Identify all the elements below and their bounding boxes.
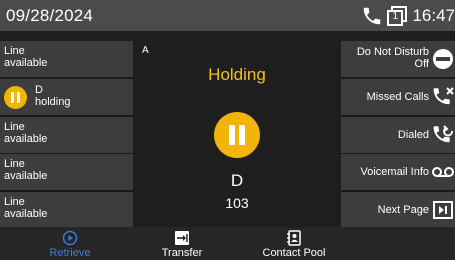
caller-number: 103: [225, 195, 249, 211]
function-key-label: Missed Calls: [366, 91, 429, 103]
status-time: 16:47: [412, 6, 455, 25]
phone-icon: [361, 5, 383, 27]
softkey-label: Contact Pool: [262, 247, 326, 259]
function-key-label: Dialed: [397, 129, 429, 141]
line-key-label: Line available: [4, 45, 48, 69]
status-icons: 1 16:47: [361, 4, 455, 28]
call-state: Holding: [208, 65, 266, 84]
line-key-5[interactable]: Line available: [0, 192, 133, 227]
call-line-id: A: [142, 45, 149, 56]
retrieve-softkey[interactable]: Retrieve: [40, 227, 100, 260]
function-key-label: Next Page: [377, 204, 429, 216]
transfer-softkey[interactable]: Transfer: [150, 227, 214, 260]
hold-icon: [4, 86, 27, 109]
softkey-label: Transfer: [161, 247, 203, 259]
function-key-label: Voicemail Info: [360, 166, 429, 178]
function-key-label: Do Not Disturb Off: [356, 46, 429, 70]
next-page-icon: [431, 198, 455, 222]
do-not-disturb-icon: [431, 47, 455, 71]
line-key-label: Line available: [4, 196, 48, 220]
line-key-label: Line available: [4, 158, 48, 182]
missed-calls-icon: [431, 85, 455, 109]
status-bar: 09/28/2024 1 16:47: [0, 0, 455, 31]
missed-calls-key[interactable]: Missed Calls: [341, 79, 455, 115]
hold-icon: [214, 112, 260, 158]
do-not-disturb-key[interactable]: Do Not Disturb Off: [341, 41, 455, 77]
voicemail-info-key[interactable]: Voicemail Info: [341, 154, 455, 190]
dialed-key[interactable]: Dialed: [341, 117, 455, 153]
status-date: 09/28/2024: [6, 6, 94, 25]
line-key-column: Line available D holding Line available …: [0, 41, 133, 227]
softkey-label: Retrieve: [49, 247, 91, 259]
line-key-label: Line available: [4, 121, 48, 145]
dialed-calls-icon: [431, 123, 455, 147]
caller-name: D: [230, 171, 244, 190]
transfer-icon: [175, 231, 189, 245]
line-key-2[interactable]: D holding: [0, 79, 133, 115]
next-page-key[interactable]: Next Page: [341, 192, 455, 227]
function-key-column: Do Not Disturb Off Missed Calls Dialed V…: [341, 41, 455, 227]
line-key-label: D holding: [35, 84, 71, 108]
message-count-icon: 1: [386, 5, 408, 27]
line-key-4[interactable]: Line available: [0, 154, 133, 190]
line-key-1[interactable]: Line available: [0, 41, 133, 77]
line-key-3[interactable]: Line available: [0, 117, 133, 153]
voicemail-icon: [431, 160, 455, 184]
call-panel: A Holding D 103: [134, 41, 340, 227]
contact-pool-icon: [287, 230, 301, 246]
softkey-bar: Retrieve Transfer Contact Pool: [0, 227, 455, 260]
message-count: 1: [392, 11, 399, 22]
retrieve-icon: [62, 230, 78, 246]
contact-pool-softkey[interactable]: Contact Pool: [252, 227, 336, 260]
